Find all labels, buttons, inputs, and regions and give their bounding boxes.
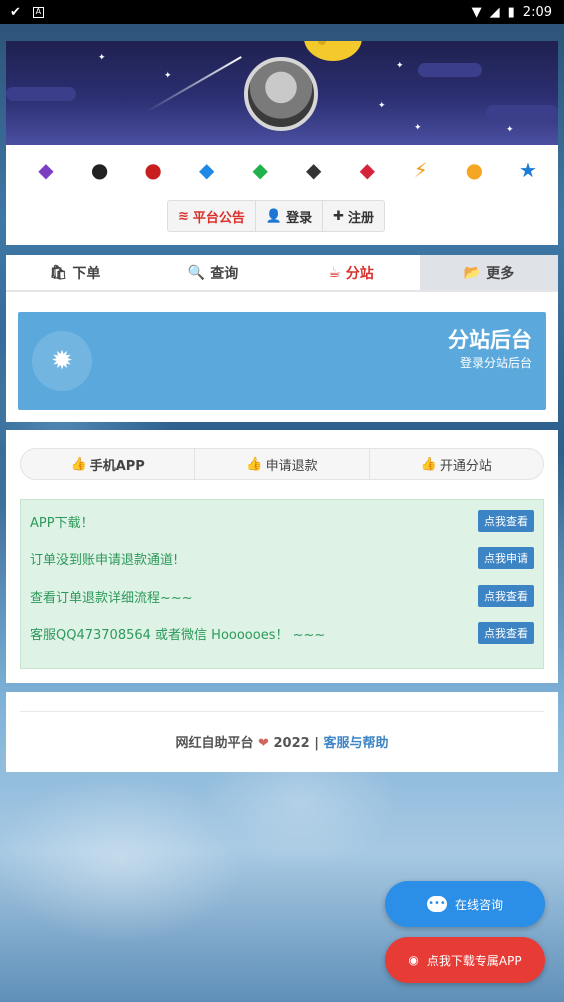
footer-text: 网红自助平台 ❤ 2022 | 客服与帮助	[6, 732, 558, 751]
help-link[interactable]: 客服与帮助	[323, 736, 388, 751]
shooting-star	[145, 56, 242, 113]
signal-icon: ◢	[489, 4, 500, 20]
header-card: ✦ ✦ ✦ ✦ ✦ ✦ ◆ ● ● ◆ ◆ ◆ ◆ ⚡ ● ★ ≋ 平台公告 👤…	[6, 41, 558, 245]
thumbs-up-icon: 👍	[70, 456, 87, 472]
list-item: 订单没到账申请退款通道! 点我申请	[30, 547, 534, 569]
info-card: 👍 手机APP 👍 申请退款 👍 开通分站 APP下载！ 点我查看 订单没到账申…	[6, 430, 558, 683]
superman-diamond-icon[interactable]: ◆	[193, 155, 221, 185]
check-icon: ✔	[10, 4, 21, 20]
cloud-icon	[486, 105, 558, 119]
notice-text: APP下载！	[30, 515, 94, 531]
thumbs-up-icon: 👍	[246, 456, 263, 472]
footer-year: 2022	[273, 736, 310, 751]
online-chat-button[interactable]: ••• 在线咨询	[385, 881, 545, 927]
chat-label: 在线咨询	[454, 897, 503, 912]
avatar[interactable]	[244, 57, 318, 131]
login-label: 登录	[286, 210, 313, 226]
pill-label: 申请退款	[265, 458, 318, 474]
tab-label: 下单	[72, 265, 101, 282]
thumbs-up-icon: 👍	[420, 456, 437, 472]
tab-bar: 🛍 下单 🔍 查询 ☕ 分站 📂 更多	[6, 255, 558, 292]
tab-substation[interactable]: ☕ 分站	[282, 255, 420, 290]
list-item: 客服QQ473708564 或者微信 Hoooooes！ ~~~ 点我查看	[30, 622, 534, 644]
tab-label: 查询	[210, 265, 239, 282]
substation-panel[interactable]: ✹ 分站后台 登录分站后台	[18, 312, 546, 410]
view-button[interactable]: 点我查看	[478, 585, 534, 607]
music-icon[interactable]: ●	[460, 155, 488, 185]
list-item: APP下载！ 点我查看	[30, 510, 534, 532]
pill-label: 手机APP	[89, 458, 145, 474]
refund-button[interactable]: 👍 申请退款	[195, 449, 370, 479]
status-time: 2:09	[522, 4, 552, 20]
heart-icon: ❤	[258, 736, 269, 751]
coffee-icon: ☕	[328, 264, 341, 281]
search-icon: 🔍	[187, 264, 206, 281]
open-substation-button[interactable]: 👍 开通分站	[370, 449, 543, 479]
substation-desc: 登录分站后台	[459, 356, 532, 370]
notice-text: 订单没到账申请退款通道!	[30, 552, 179, 568]
battery-icon: ▮	[507, 4, 515, 20]
apply-button[interactable]: 点我申请	[478, 547, 534, 569]
wifi-icon: ≋	[178, 208, 189, 224]
notice-button[interactable]: ≋ 平台公告	[168, 201, 256, 231]
qq-penguin-icon[interactable]: ●	[86, 155, 114, 185]
tab-label: 更多	[486, 265, 515, 282]
mobile-app-button[interactable]: 👍 手机APP	[21, 449, 196, 479]
folder-icon: 📂	[463, 264, 482, 281]
gear-icon: ✹	[32, 331, 92, 391]
view-button[interactable]: 点我查看	[478, 510, 534, 532]
auth-button-group: ≋ 平台公告 👤 登录 ✚ 注册	[167, 200, 386, 232]
footer-separator: |	[314, 736, 319, 751]
cloud-icon	[6, 87, 76, 101]
footer-card: 网红自助平台 ❤ 2022 | 客服与帮助	[6, 692, 558, 772]
pill-label: 开通分站	[439, 458, 492, 474]
badge-icon-row: ◆ ● ● ◆ ◆ ◆ ◆ ⚡ ● ★	[6, 145, 558, 189]
red-diamond-icon[interactable]: ◆	[353, 155, 381, 185]
tab-order[interactable]: 🛍 下单	[6, 255, 144, 290]
star-icon: ✦	[396, 61, 404, 71]
weibo-icon: ◉	[408, 953, 419, 967]
tab-label: 分站	[345, 265, 374, 282]
tab-more[interactable]: 📂 更多	[420, 255, 558, 290]
status-bar: ✔ A ▼ ◢ ▮ 2:09	[0, 0, 564, 24]
login-button[interactable]: 👤 登录	[256, 201, 324, 231]
footer-brand: 网红自助平台	[175, 736, 254, 751]
tabs-card: 🛍 下单 🔍 查询 ☕ 分站 📂 更多 ✹ 分站后台 登录分站后台	[6, 255, 558, 422]
list-item: 查看订单退款详细流程~~~ 点我查看	[30, 585, 534, 607]
bag-icon: 🛍	[49, 264, 68, 281]
cloud-icon	[418, 63, 482, 77]
tab-query[interactable]: 🔍 查询	[144, 255, 282, 290]
download-app-button[interactable]: ◉ 点我下载专属APP	[385, 937, 545, 983]
green-diamond-icon[interactable]: ◆	[246, 155, 274, 185]
substation-title: 分站后台	[448, 328, 532, 352]
moon-icon	[304, 41, 362, 61]
notice-text: 查看订单退款详细流程~~~	[30, 590, 193, 606]
wifi-icon: ▼	[471, 4, 482, 20]
star-icon: ✦	[164, 71, 172, 81]
register-button[interactable]: ✚ 注册	[323, 201, 384, 231]
plus-icon: ✚	[333, 208, 345, 224]
qq-flame-icon[interactable]: ◆	[32, 155, 60, 185]
banner: ✦ ✦ ✦ ✦ ✦ ✦	[6, 41, 558, 145]
app-label: 点我下载专属APP	[426, 953, 522, 968]
user-icon: 👤	[265, 208, 283, 224]
notice-list: APP下载！ 点我查看 订单没到账申请退款通道! 点我申请 查看订单退款详细流程…	[20, 499, 544, 669]
notice-label: 平台公告	[192, 210, 245, 226]
register-label: 注册	[348, 210, 375, 226]
a-icon: A	[32, 6, 44, 18]
notice-text: 客服QQ473708564 或者微信 Hoooooes！ ~~~	[30, 627, 326, 643]
lightning-icon[interactable]: ⚡	[407, 155, 435, 185]
chat-icon: •••	[426, 896, 447, 912]
pill-button-group: 👍 手机APP 👍 申请退款 👍 开通分站	[20, 448, 544, 480]
star-icon: ✦	[414, 123, 422, 133]
qq-red-penguin-icon[interactable]: ●	[139, 155, 167, 185]
star-icon: ✦	[506, 125, 514, 135]
star-icon: ✦	[378, 101, 386, 111]
star-icon: ✦	[98, 53, 106, 63]
divider	[20, 711, 544, 712]
black-diamond-icon[interactable]: ◆	[300, 155, 328, 185]
view-button[interactable]: 点我查看	[478, 622, 534, 644]
blue-star-icon[interactable]: ★	[514, 155, 542, 185]
